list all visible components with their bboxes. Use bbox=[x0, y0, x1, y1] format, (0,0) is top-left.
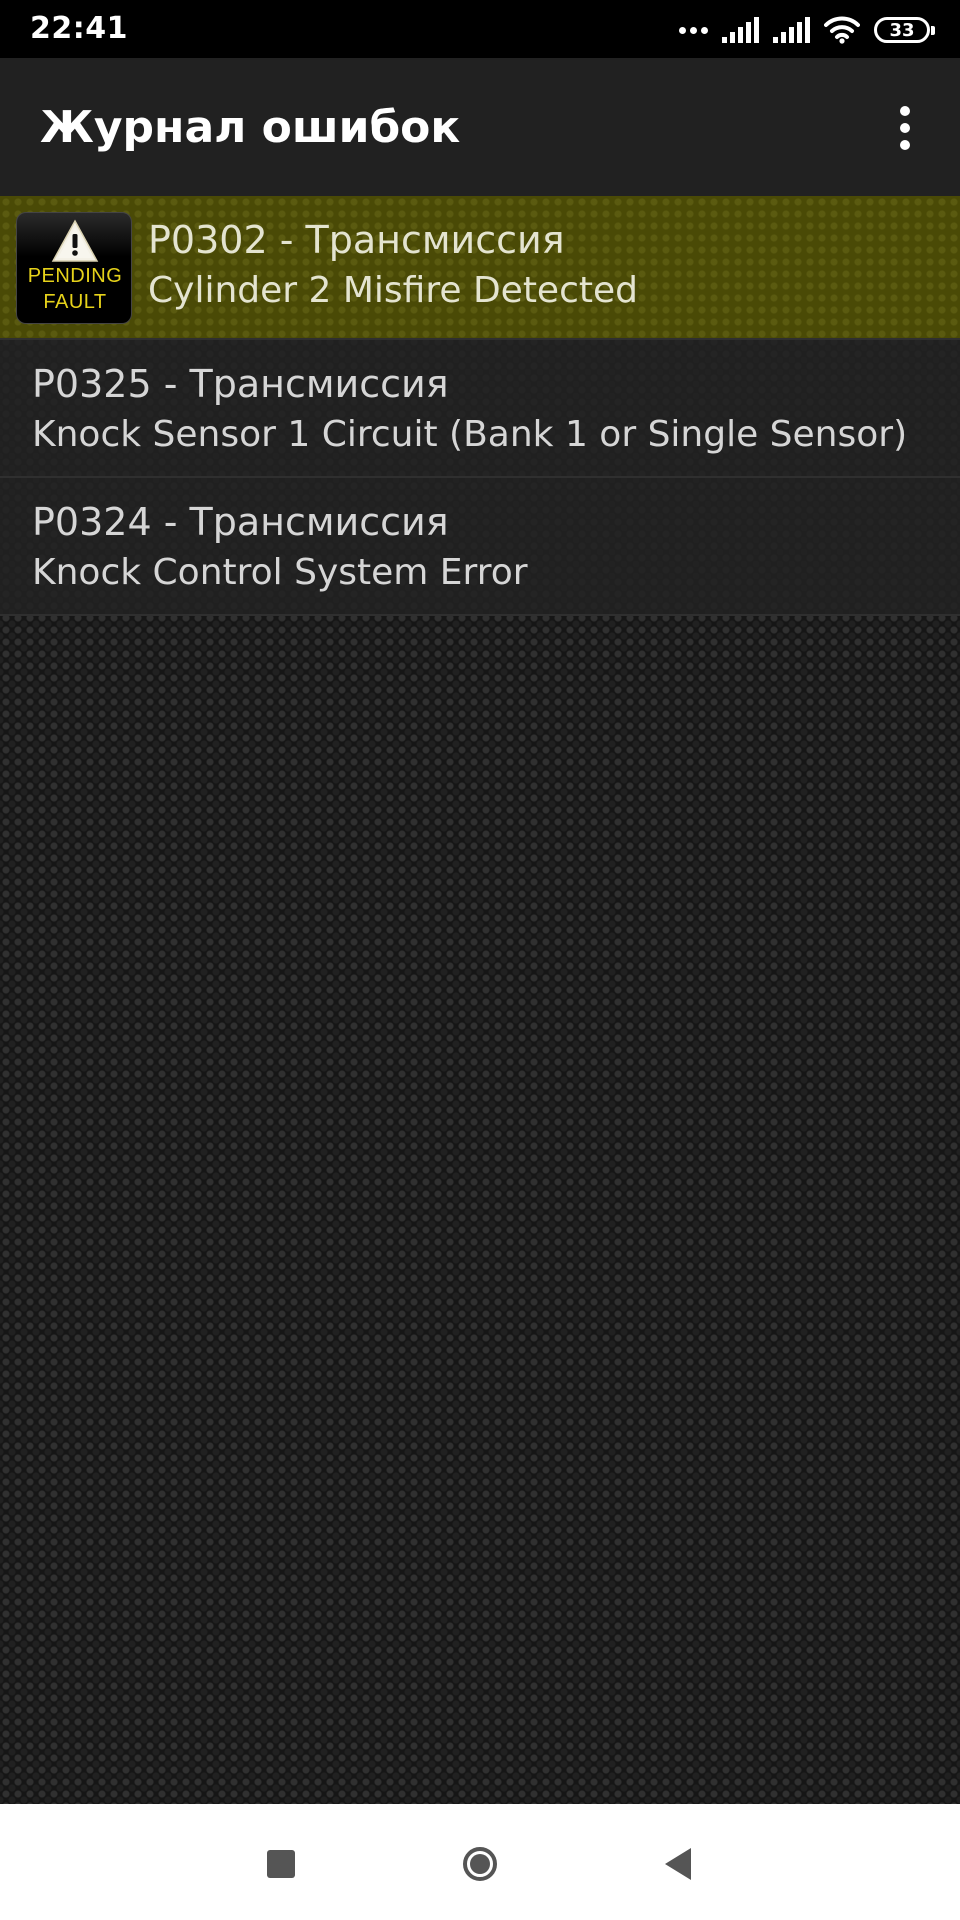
status-time: 22:41 bbox=[30, 11, 128, 46]
pending-fault-badge: PENDING FAULT bbox=[16, 212, 132, 324]
recents-square-icon[interactable] bbox=[251, 1834, 311, 1894]
list-item[interactable]: P0325 - Трансмиссия Knock Sensor 1 Circu… bbox=[0, 340, 960, 478]
app-bar: Журнал ошибок bbox=[0, 58, 960, 196]
wifi-icon bbox=[824, 16, 860, 44]
page-title: Журнал ошибок bbox=[40, 102, 461, 153]
list-item[interactable]: P0324 - Трансмиссия Knock Control System… bbox=[0, 478, 960, 616]
warning-triangle-icon bbox=[51, 219, 99, 262]
cell-signal-icon bbox=[722, 17, 759, 43]
home-circle-icon[interactable] bbox=[450, 1834, 510, 1894]
battery-icon: 33 bbox=[874, 17, 935, 43]
fault-description: Knock Control System Error bbox=[32, 552, 528, 593]
more-vert-icon[interactable] bbox=[880, 100, 930, 156]
battery-level: 33 bbox=[889, 19, 915, 41]
fault-code: P0324 - Трансмиссия bbox=[32, 500, 449, 544]
fault-code: P0325 - Трансмиссия bbox=[32, 362, 449, 406]
fault-list: PENDING FAULT P0302 - Трансмиссия Cylind… bbox=[0, 196, 960, 616]
fault-description: Cylinder 2 Misfire Detected bbox=[148, 270, 638, 311]
screen: 22:41 33 Журнал ошибок PENDING FAULT P03… bbox=[0, 0, 960, 1920]
fault-description: Knock Sensor 1 Circuit (Bank 1 or Single… bbox=[32, 414, 908, 455]
status-icons: 33 bbox=[679, 14, 935, 46]
back-triangle-icon[interactable] bbox=[648, 1834, 708, 1894]
cell-signal-icon bbox=[773, 17, 810, 43]
list-item[interactable]: PENDING FAULT P0302 - Трансмиссия Cylind… bbox=[0, 196, 960, 340]
status-bar: 22:41 33 bbox=[0, 0, 960, 58]
more-dots-icon bbox=[679, 26, 708, 34]
badge-text-fault: FAULT bbox=[43, 291, 107, 313]
fault-code: P0302 - Трансмиссия bbox=[148, 218, 565, 262]
badge-text-pending: PENDING bbox=[27, 265, 123, 287]
navigation-bar bbox=[0, 1804, 960, 1920]
